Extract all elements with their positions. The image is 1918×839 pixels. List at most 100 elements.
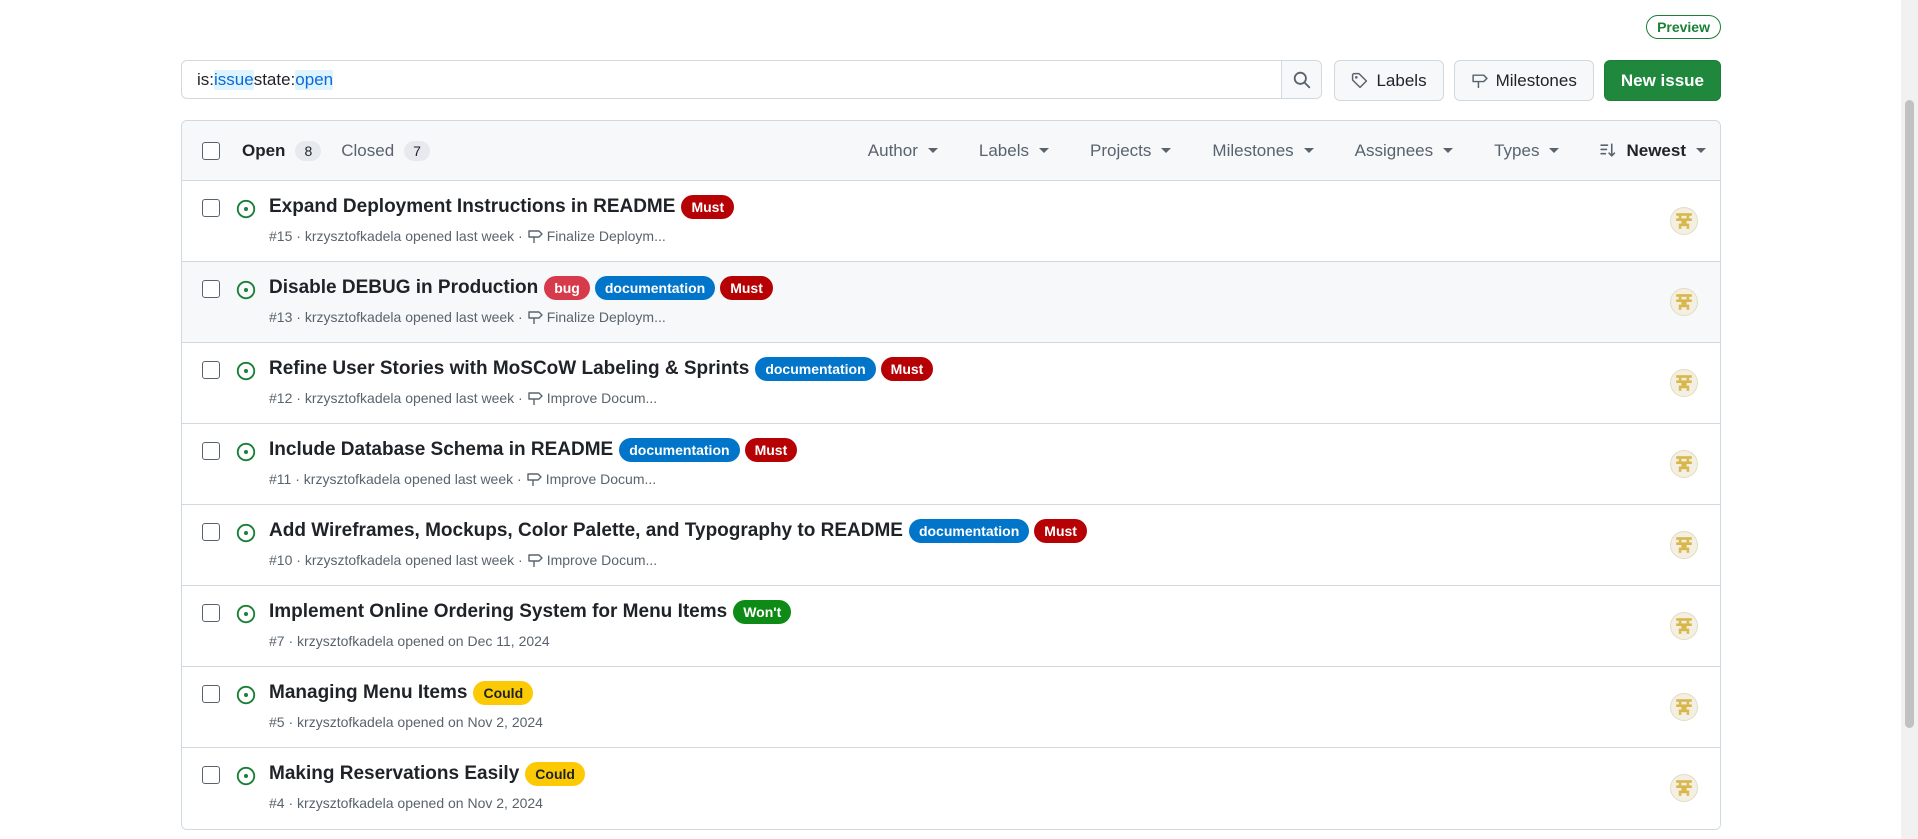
issue-row[interactable]: Include Database Schema in README documen… [182, 424, 1720, 505]
issue-title[interactable]: Making Reservations Easily [269, 763, 519, 785]
issue-checkbox[interactable] [202, 442, 220, 460]
issues-search-box[interactable]: is: issue state: open [181, 60, 1323, 99]
labels-button[interactable]: Labels [1334, 60, 1444, 101]
issue-row[interactable]: Add Wireframes, Mockups, Color Palette, … [182, 505, 1720, 586]
select-all-checkbox[interactable] [202, 141, 220, 160]
issue-row[interactable]: Implement Online Ordering System for Men… [182, 586, 1720, 667]
issue-checkbox[interactable] [202, 280, 220, 298]
issue-row[interactable]: Making Reservations Easily Could #4 · krzy… [182, 748, 1720, 829]
issue-author[interactable]: krzysztofkadela [305, 552, 401, 568]
tab-open-issues[interactable]: Open 8 [242, 140, 322, 161]
issue-author[interactable]: krzysztofkadela [305, 390, 401, 406]
issue-checkbox[interactable] [202, 199, 220, 217]
assignee-avatar[interactable] [1670, 612, 1698, 640]
assignee-avatar[interactable] [1670, 450, 1698, 478]
meta-separator: · [284, 633, 298, 649]
filter-types[interactable]: Types [1494, 140, 1560, 161]
label-badge[interactable]: documentation [755, 357, 876, 381]
issue-title[interactable]: Managing Menu Items [269, 682, 467, 704]
label-badge[interactable]: Must [744, 438, 798, 462]
label-badge[interactable]: Must [880, 357, 934, 381]
search-token-key: state: [253, 69, 296, 89]
search-button[interactable] [1281, 61, 1322, 98]
label-badge[interactable]: bug [544, 276, 590, 300]
filter-labels[interactable]: Labels [979, 141, 1049, 161]
issue-milestone-link[interactable]: Improve Docum... [527, 552, 657, 568]
issue-title-line: Managing Menu Items Could [269, 681, 534, 705]
assignee-avatar[interactable] [1670, 774, 1698, 802]
chevron-down-icon [927, 148, 938, 153]
new-issue-button[interactable]: New issue [1603, 60, 1721, 101]
milestones-button[interactable]: Milestones [1453, 60, 1594, 101]
label-badge[interactable]: Must [681, 195, 735, 219]
label-badge[interactable]: Won't [733, 600, 792, 624]
issue-checkbox[interactable] [202, 685, 220, 703]
issue-title[interactable]: Expand Deployment Instructions in README [269, 196, 675, 218]
assignee-avatar[interactable] [1670, 369, 1698, 397]
meta-separator: · [292, 309, 305, 325]
assignee-avatar[interactable] [1670, 288, 1698, 316]
page-scrollbar[interactable] [1901, 0, 1918, 839]
label-badge[interactable]: documentation [594, 276, 716, 300]
issue-opened-icon [236, 199, 256, 224]
issue-row[interactable]: Refine User Stories with MoSCoW Labeling… [182, 343, 1720, 424]
assignee-avatar[interactable] [1670, 531, 1698, 559]
milestone-icon [528, 554, 543, 567]
meta-separator: · [284, 795, 298, 811]
issue-number: #4 [269, 795, 285, 811]
issue-author[interactable]: krzysztofkadela [304, 471, 400, 487]
issue-opened-time: opened last week [405, 390, 515, 406]
issue-milestone-link[interactable]: Finalize Deploym... [527, 228, 666, 244]
issue-title[interactable]: Implement Online Ordering System for Men… [269, 601, 727, 623]
open-tab-label: Open [242, 140, 286, 160]
sort-dropdown[interactable]: Newest [1599, 141, 1706, 161]
issue-author[interactable]: krzysztofkadela [297, 714, 393, 730]
assignee-avatar[interactable] [1670, 207, 1698, 235]
issue-row[interactable]: Expand Deployment Instructions in README… [182, 181, 1720, 262]
sort-icon [1600, 143, 1616, 157]
issues-list: Open 8 Closed 7 Author Labels Projects Mile… [181, 120, 1721, 830]
filter-label: Types [1494, 140, 1540, 160]
issue-milestone-link[interactable]: Improve Docum... [526, 471, 656, 487]
filter-label: Author [867, 140, 918, 160]
issue-checkbox[interactable] [202, 361, 220, 379]
issue-title[interactable]: Refine User Stories with MoSCoW Labeling… [269, 358, 749, 380]
issue-author[interactable]: krzysztofkadela [305, 309, 401, 325]
issue-opened-time: opened last week [405, 552, 515, 568]
tag-icon [1352, 72, 1368, 89]
filter-milestones[interactable]: Milestones [1212, 141, 1314, 161]
issue-author[interactable]: krzysztofkadela [305, 228, 401, 244]
preview-badge[interactable]: Preview [1646, 15, 1721, 39]
issue-checkbox[interactable] [202, 523, 220, 541]
closed-tab-label: Closed [341, 140, 395, 160]
issue-row[interactable]: Managing Menu Items Could #5 · krzysztofka… [182, 667, 1720, 748]
issue-number: #15 [269, 228, 293, 244]
filter-projects[interactable]: Projects [1090, 141, 1172, 161]
issue-row[interactable]: Disable DEBUG in Production bug documentat… [182, 262, 1720, 343]
label-badge[interactable]: documentation [619, 438, 740, 462]
issue-title[interactable]: Add Wireframes, Mockups, Color Palette, … [269, 520, 903, 542]
issue-checkbox[interactable] [202, 766, 220, 784]
issue-title[interactable]: Disable DEBUG in Production [269, 277, 538, 299]
issue-checkbox[interactable] [202, 604, 220, 622]
label-badge[interactable]: Could [473, 681, 534, 705]
label-badge[interactable]: Must [1034, 519, 1087, 543]
filter-author[interactable]: Author [868, 141, 938, 161]
label-badge[interactable]: documentation [908, 519, 1030, 543]
tab-closed-issues[interactable]: Closed 7 [341, 140, 430, 161]
filter-assignees[interactable]: Assignees [1355, 141, 1454, 161]
issue-milestone-link[interactable]: Improve Docum... [527, 390, 657, 406]
assignee-avatar[interactable] [1670, 693, 1698, 721]
chevron-down-icon [1303, 148, 1314, 153]
milestone-icon [528, 311, 543, 324]
issue-title[interactable]: Include Database Schema in README [269, 439, 613, 461]
issue-author[interactable]: krzysztofkadela [297, 633, 393, 649]
issue-meta: #7 · krzysztofkadela opened on Dec 11, 2… [269, 633, 550, 649]
issue-author[interactable]: krzysztofkadela [297, 795, 393, 811]
issue-milestone-link[interactable]: Finalize Deploym... [527, 309, 666, 325]
label-badge[interactable]: Must [720, 276, 773, 300]
issue-opened-icon [236, 604, 256, 629]
label-badge[interactable]: Could [525, 762, 585, 786]
scrollbar-thumb[interactable] [1905, 100, 1914, 728]
search-input[interactable]: is: issue state: open [182, 61, 1281, 98]
